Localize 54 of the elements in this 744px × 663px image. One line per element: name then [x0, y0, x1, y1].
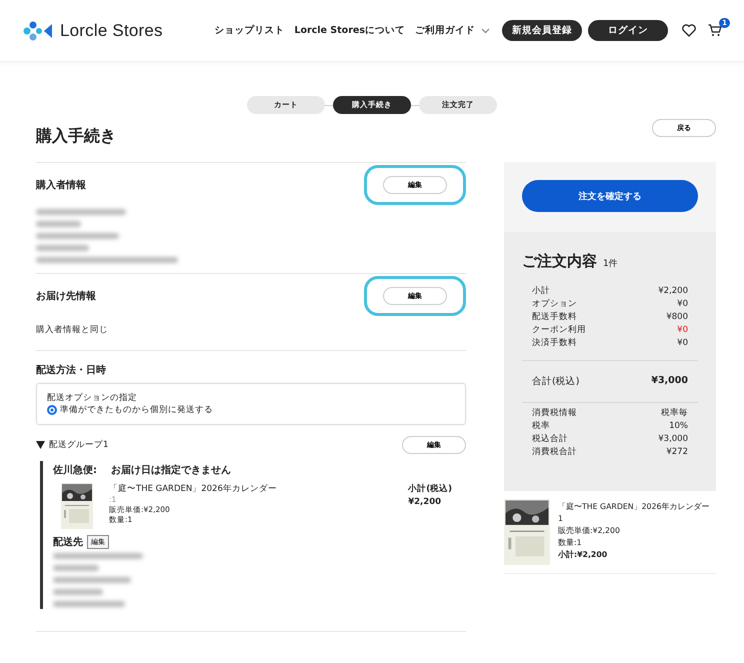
- tax-value: 税率毎: [661, 407, 688, 420]
- tax-value: ¥3,000: [658, 433, 688, 446]
- summary-label: 決済手数料: [532, 337, 577, 350]
- heart-icon[interactable]: [682, 24, 696, 37]
- subtotal-label: 小計(税込): [408, 483, 452, 496]
- tax-label: 税込合計: [532, 433, 568, 446]
- summary-label: クーポン利用: [532, 324, 586, 337]
- delivery-date-note: お届け日は指定できません: [111, 463, 231, 477]
- summary-label: オプション: [532, 298, 577, 311]
- summary-value: ¥800: [666, 311, 688, 324]
- section-title: 配送方法・日時: [36, 363, 107, 377]
- option-label: 配送オプションの指定: [47, 392, 138, 404]
- tax-label: 消費税情報: [532, 407, 577, 420]
- nav-link[interactable]: ショップリスト: [214, 24, 284, 37]
- nav-link[interactable]: ご利用ガイド: [415, 24, 475, 37]
- total-label: 合計(税込): [532, 375, 580, 388]
- tax-value: ¥272: [666, 446, 688, 459]
- group-title[interactable]: 配送グループ1: [49, 439, 108, 451]
- destination-label: 配送先: [53, 536, 83, 549]
- tax-label: 消費税合計: [532, 446, 577, 459]
- summary-label: 小計: [532, 285, 550, 298]
- summary-value: ¥2,200: [658, 285, 688, 298]
- section-title: 購入者情報: [36, 178, 86, 192]
- delivery-note: 購入者情報と同じ: [36, 324, 109, 336]
- summary-value: ¥0: [677, 324, 688, 337]
- redacted-line: [53, 589, 103, 595]
- section-title: お届け先情報: [36, 290, 96, 303]
- radio-label[interactable]: 準備ができたものから個別に発送する: [60, 404, 213, 416]
- item-count: 1件: [603, 258, 618, 270]
- total-value: ¥3,000: [651, 375, 688, 388]
- subtotal-value: ¥2,200: [408, 496, 442, 509]
- redacted-line: [36, 221, 81, 227]
- redacted-line: [53, 601, 125, 607]
- logo-icon: [22, 20, 54, 42]
- redacted-line: [36, 245, 89, 251]
- cart-icon[interactable]: [708, 24, 722, 37]
- summary-value: ¥0: [677, 337, 688, 350]
- radio-button[interactable]: [47, 405, 57, 415]
- carrier-name: 佐川急便:: [53, 464, 97, 477]
- chevron-down-icon: [481, 28, 490, 34]
- header-button[interactable]: 新規会員登録: [502, 20, 582, 41]
- product-name: 「庭〜THE GARDEN」2026年カレンダー: [109, 483, 278, 495]
- redacted-line: [53, 565, 99, 571]
- tax-label: 税率: [532, 420, 550, 433]
- page-title: 購入手続き: [36, 126, 116, 146]
- confirm-order-button[interactable]: 注文を確定する: [522, 180, 698, 212]
- nav-link[interactable]: Lorcle Storesについて: [294, 24, 405, 37]
- header-button[interactable]: ログイン: [588, 20, 668, 41]
- tax-value: 10%: [669, 420, 688, 433]
- site-logo[interactable]: Lorcle Stores: [60, 20, 163, 40]
- summary-label: 配送手数料: [532, 311, 577, 324]
- summary-title: ご注文内容: [522, 252, 597, 271]
- summary-value: ¥0: [677, 298, 688, 311]
- expand-triangle-icon[interactable]: [36, 441, 45, 449]
